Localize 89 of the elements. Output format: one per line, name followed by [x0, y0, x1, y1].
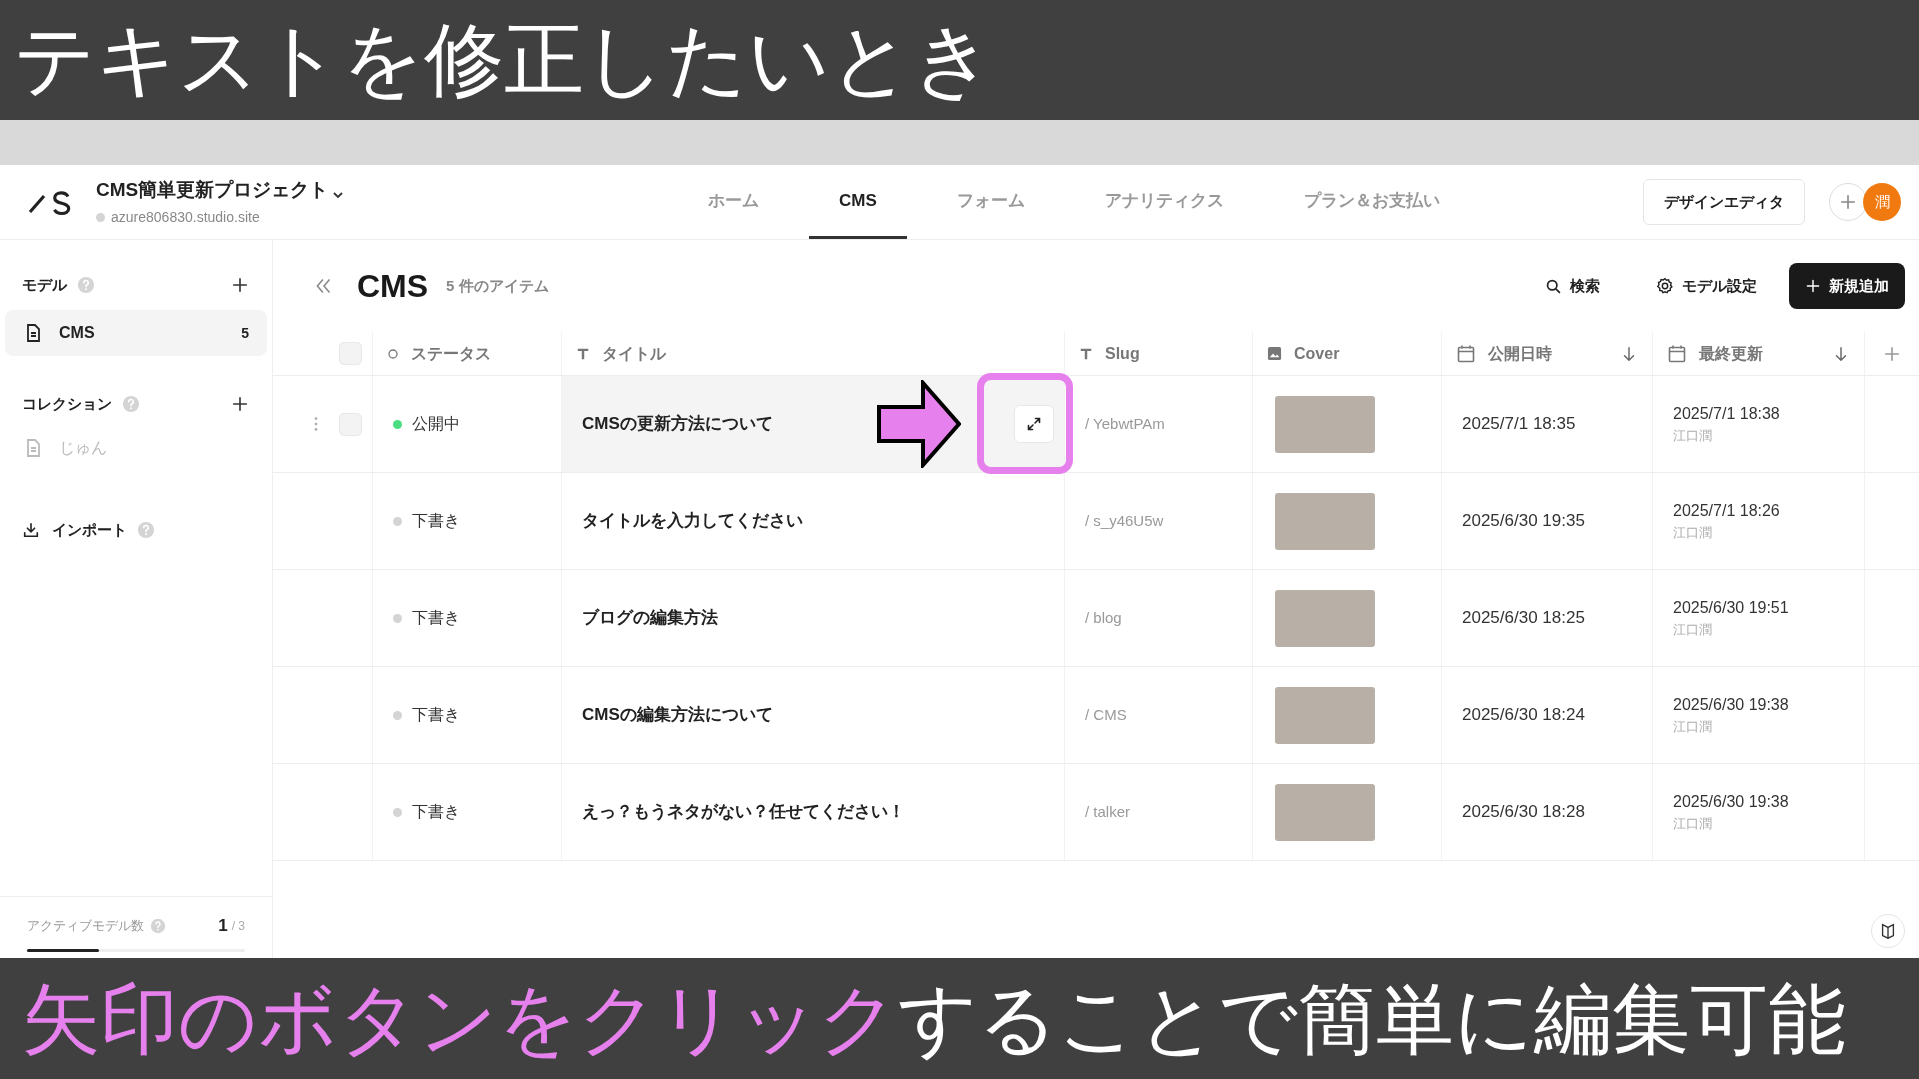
drag-handle-icon [313, 415, 319, 433]
search-icon [1545, 277, 1562, 295]
plus-icon [231, 395, 249, 413]
active-model-limit: / 3 [231, 917, 245, 935]
title-text: CMSの更新方法について [582, 413, 773, 436]
help-icon [77, 276, 95, 294]
updated-date: 2025/6/30 19:51 [1673, 598, 1790, 619]
add-column-button[interactable] [1883, 344, 1901, 363]
download-icon [22, 521, 40, 539]
circle-icon [387, 347, 399, 360]
plus-icon [1839, 193, 1857, 211]
guide-button[interactable] [1871, 914, 1905, 948]
column-header[interactable]: タイトル [602, 341, 666, 366]
import-button[interactable]: インポート [22, 518, 127, 542]
published-date: 2025/6/30 18:24 [1462, 704, 1585, 727]
add-button[interactable] [230, 275, 250, 295]
plus-icon [1883, 344, 1901, 363]
plus-icon [1805, 278, 1821, 294]
item-count: 5 件のアイテム [446, 275, 549, 296]
column-header[interactable]: Cover [1294, 341, 1340, 366]
updated-by: 江口潤 [1673, 621, 1713, 640]
updated-date: 2025/6/30 19:38 [1673, 792, 1790, 813]
updated-by: 江口潤 [1673, 524, 1713, 543]
column-header[interactable]: Slug [1105, 341, 1140, 366]
model-label: CMS [59, 323, 95, 343]
help-icon [150, 917, 166, 934]
image-icon [1267, 346, 1282, 361]
status-label: 下書き [412, 608, 460, 628]
column-header[interactable]: 公開日時 [1488, 341, 1552, 366]
model-item[interactable]: CMS 5 [5, 310, 267, 356]
published-date: 2025/7/1 18:35 [1462, 413, 1576, 436]
site-url[interactable]: azure806830.studio.site [111, 206, 260, 228]
slug-text: / YebwtPAm [1085, 413, 1165, 434]
text-type-icon [576, 346, 590, 361]
title-cell[interactable]: タイトルを入力してください [562, 473, 1065, 569]
title-text: ブログの編集方法 [582, 607, 718, 630]
calendar-icon [1667, 343, 1687, 364]
text-type-icon [1079, 346, 1093, 361]
title-cell[interactable]: CMSの編集方法について [562, 667, 1065, 763]
updated-date: 2025/7/1 18:38 [1673, 404, 1781, 425]
item-count: 5 [241, 323, 249, 343]
model-settings-button[interactable]: モデル設定 [1648, 274, 1765, 298]
title-cell[interactable]: ブログの編集方法 [562, 570, 1065, 666]
published-date: 2025/6/30 19:35 [1462, 510, 1585, 533]
updated-date: 2025/6/30 19:38 [1673, 695, 1790, 716]
title-cell[interactable]: えっ？もうネタがない？任せてください！ [562, 764, 1065, 860]
calendar-icon [1456, 343, 1476, 364]
search-button[interactable]: 検索 [1537, 274, 1608, 298]
title-cell[interactable]: CMSの更新方法について [562, 376, 1065, 472]
status-label: 下書き [412, 511, 460, 531]
title-text: CMSの編集方法について [582, 704, 773, 727]
title-text: タイトルを入力してください [582, 510, 803, 533]
slug-text: / talker [1085, 801, 1130, 822]
book-icon [1879, 922, 1897, 940]
title-text: えっ？もうネタがない？任せてください！ [582, 801, 905, 824]
updated-by: 江口潤 [1673, 718, 1713, 737]
published-date: 2025/6/30 18:25 [1462, 607, 1585, 630]
slug-text: / CMS [1085, 704, 1127, 725]
expand-button[interactable] [1014, 405, 1054, 443]
design-editor-button[interactable]: デザインエディタ [1643, 179, 1805, 225]
caption-title: テキストを修正したいとき [14, 20, 994, 100]
status-label: 公開中 [412, 414, 460, 434]
help-icon [137, 521, 155, 539]
column-header[interactable]: ステータス [411, 341, 491, 366]
slug-text: / s_y46U5w [1085, 510, 1164, 531]
settings-icon [1656, 277, 1674, 295]
nav-tab[interactable]: CMS [809, 165, 907, 239]
page-title: CMS [357, 267, 429, 306]
add-member-button[interactable] [1829, 183, 1867, 221]
updated-by: 江口潤 [1673, 815, 1713, 834]
add-button[interactable] [230, 394, 250, 414]
slug-text: / blog [1085, 607, 1122, 628]
expand-icon [1026, 416, 1042, 432]
active-model-count: 1 [218, 915, 228, 937]
collection-label: じゅん [59, 438, 107, 458]
section-heading: コレクション [22, 393, 112, 414]
updated-by: 江口潤 [1673, 427, 1713, 446]
status-label: 下書き [412, 802, 460, 822]
updated-date: 2025/7/1 18:26 [1673, 501, 1781, 522]
active-models-label: アクティブモデル数 [27, 917, 144, 935]
plus-icon [231, 276, 249, 294]
section-heading: モデル [22, 274, 67, 295]
column-header[interactable]: 最終更新 [1699, 341, 1763, 366]
status-label: 下書き [412, 705, 460, 725]
logo-icon [28, 188, 72, 216]
published-date: 2025/6/30 18:28 [1462, 801, 1585, 824]
add-new-button[interactable]: 新規追加 [1789, 263, 1905, 309]
help-icon [122, 395, 140, 413]
project-name[interactable]: CMS簡単更新プロジェクト [96, 176, 329, 205]
